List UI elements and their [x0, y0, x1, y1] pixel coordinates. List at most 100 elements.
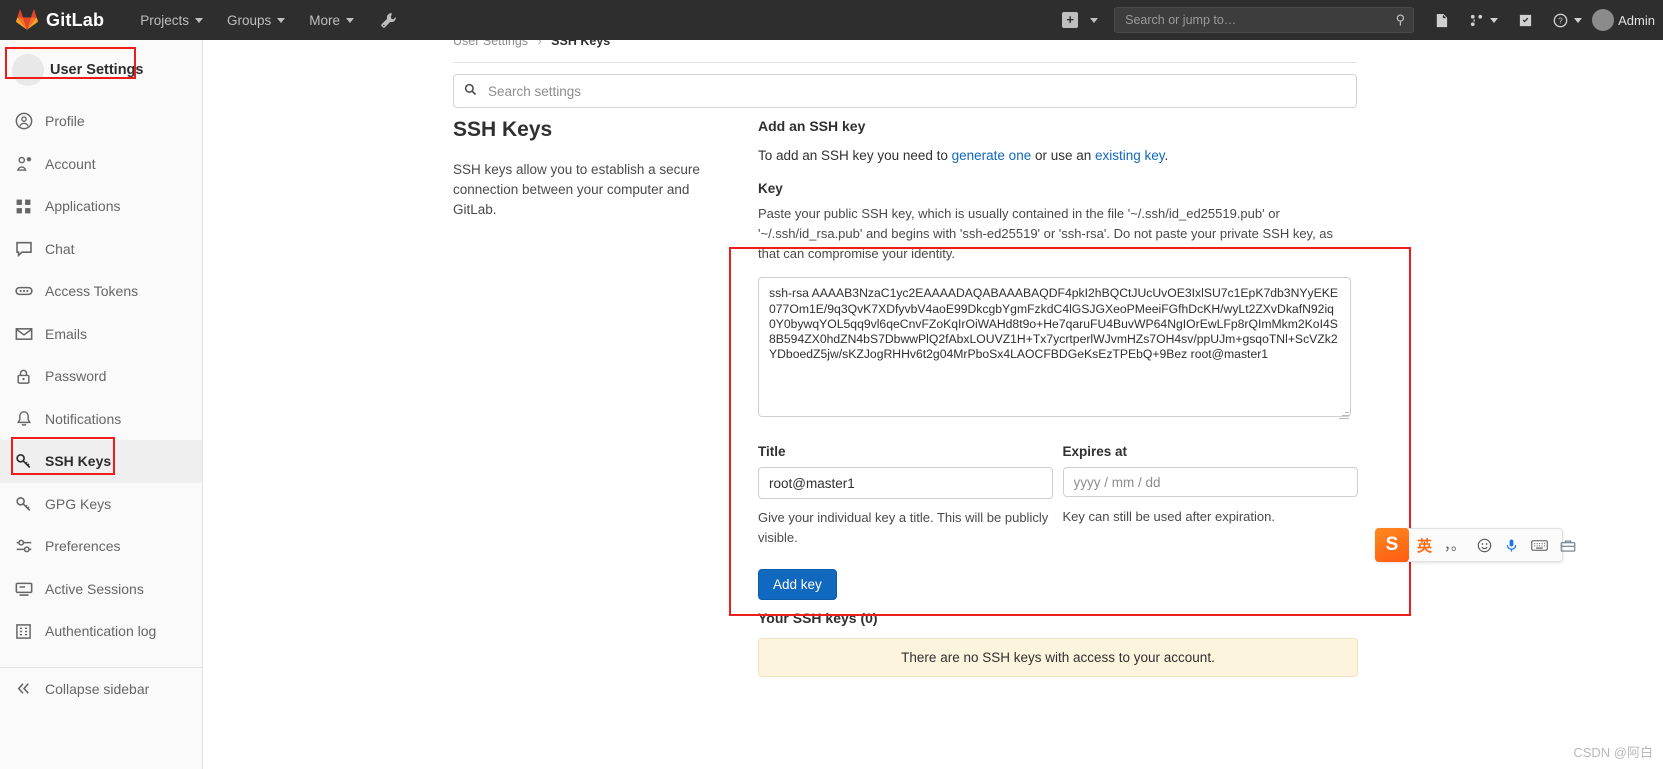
sidebar-item-gpg-keys[interactable]: GPG Keys — [0, 483, 202, 526]
avatar — [1592, 9, 1615, 31]
search-icon — [464, 83, 477, 99]
nav-item-groups[interactable]: Groups — [215, 0, 297, 40]
sidebar-item-chat[interactable]: Chat — [0, 228, 202, 271]
merge-requests-icon[interactable] — [1459, 0, 1508, 40]
sidebar-item-profile[interactable]: Profile — [0, 100, 202, 143]
nav-item-more[interactable]: More — [297, 0, 366, 40]
sidebar-item-emails[interactable]: Emails — [0, 313, 202, 356]
key-textarea[interactable] — [758, 277, 1351, 418]
applications-grid-icon — [14, 197, 33, 216]
settings-search-input[interactable] — [486, 82, 1346, 100]
sidebar-item-access-tokens[interactable]: Access Tokens — [0, 270, 202, 313]
sidebar-item-label: Profile — [45, 113, 85, 130]
form-intro-suffix: . — [1164, 148, 1169, 163]
double-chevron-left-icon — [14, 679, 33, 698]
sidebar-item-authentication-log[interactable]: Authentication log — [0, 610, 202, 653]
key-icon — [14, 452, 33, 471]
chevron-down-icon — [277, 17, 286, 23]
smiley-icon[interactable] — [1477, 538, 1492, 553]
form-intro: To add an SSH key you need to generate o… — [758, 148, 1358, 163]
main-content: User Settings › SSH Keys SSH Keys SSH ke… — [203, 40, 1663, 769]
lock-icon — [14, 367, 33, 386]
existing-key-link[interactable]: existing key — [1095, 148, 1165, 163]
bell-icon — [14, 409, 33, 428]
sidebar-item-label: Active Sessions — [45, 580, 144, 597]
global-search-box[interactable]: ⚲ — [1114, 7, 1415, 33]
token-pill-icon — [14, 282, 33, 301]
search-icon: ⚲ — [1395, 12, 1406, 27]
sidebar-nav-list: Profile Account Applications Chat Access — [0, 100, 202, 653]
microphone-icon[interactable] — [1504, 538, 1519, 553]
add-key-button[interactable]: Add key — [758, 569, 837, 601]
chat-bubble-icon — [14, 239, 33, 258]
your-ssh-keys-section: Your SSH keys (0) There are no SSH keys … — [758, 610, 1358, 677]
sliders-icon — [14, 537, 33, 556]
sidebar-item-label: Account — [45, 155, 96, 172]
title-input[interactable] — [758, 467, 1053, 500]
collapse-sidebar-label: Collapse sidebar — [45, 680, 150, 697]
sidebar-item-applications[interactable]: Applications — [0, 185, 202, 228]
monitor-icon — [14, 579, 33, 598]
sidebar-item-account[interactable]: Account — [0, 143, 202, 186]
input-method-toolbar[interactable]: S 英 ，。 — [1375, 528, 1576, 562]
settings-search-box[interactable] — [453, 74, 1357, 108]
chevron-down-icon — [194, 17, 203, 23]
breadcrumb-divider — [453, 62, 1357, 63]
user-menu-button[interactable]: Admin — [1592, 9, 1663, 31]
generate-one-link[interactable]: generate one — [952, 148, 1032, 163]
sidebar-item-label: GPG Keys — [45, 495, 112, 512]
navbar-right-group: + ⚲ ? Admin — [1056, 0, 1663, 40]
sidebar-item-notifications[interactable]: Notifications — [0, 398, 202, 441]
sidebar-item-password[interactable]: Password — [0, 355, 202, 398]
gitlab-home-link[interactable]: GitLab — [0, 9, 128, 31]
sidebar-item-ssh-keys[interactable]: SSH Keys — [0, 440, 202, 483]
user-circle-icon — [14, 112, 33, 131]
user-settings-sidebar: User Settings Profile Account Applicatio… — [0, 40, 203, 769]
breadcrumb-separator: › — [537, 40, 542, 48]
expires-field-group: Expires at Key can still be used after e… — [1062, 444, 1358, 547]
nav-item-projects-label: Projects — [140, 12, 189, 28]
chevron-down-icon — [346, 17, 355, 23]
envelope-icon — [14, 324, 33, 343]
sidebar-item-label: Authentication log — [45, 623, 157, 640]
breadcrumb: User Settings › SSH Keys — [203, 40, 610, 48]
keyboard-icon[interactable] — [1531, 538, 1548, 553]
breadcrumb-root[interactable]: User Settings — [453, 40, 528, 48]
page-description: SSH keys allow you to establish a secure… — [453, 162, 700, 217]
global-search-input[interactable] — [1123, 12, 1406, 28]
nav-item-groups-label: Groups — [226, 12, 272, 28]
expires-input[interactable] — [1062, 467, 1358, 498]
sidebar-item-preferences[interactable]: Preferences — [0, 525, 202, 568]
create-new-button[interactable]: + — [1056, 0, 1104, 40]
admin-area-button[interactable] — [366, 0, 411, 40]
ime-language-mode[interactable]: 英 — [1417, 535, 1432, 556]
account-gear-icon — [14, 154, 33, 173]
sidebar-item-label: Notifications — [45, 410, 122, 427]
user-menu-label: Admin — [1618, 12, 1655, 28]
sogou-logo-icon[interactable]: S — [1375, 528, 1409, 562]
expires-field-label: Expires at — [1062, 444, 1128, 460]
sidebar-item-label: Access Tokens — [45, 283, 139, 300]
no-keys-alert: There are no SSH keys with access to you… — [758, 638, 1358, 677]
issues-icon[interactable] — [1424, 0, 1459, 40]
todos-icon[interactable] — [1508, 0, 1543, 40]
sidebar-header[interactable]: User Settings — [0, 46, 202, 94]
navbar-left-group: GitLab Projects Groups More — [0, 0, 411, 40]
sidebar-item-label: Password — [45, 368, 107, 385]
ime-punctuation-toggle[interactable]: ，。 — [1444, 535, 1465, 555]
nav-item-projects[interactable]: Projects — [128, 0, 215, 40]
sidebar-item-active-sessions[interactable]: Active Sessions — [0, 568, 202, 611]
title-field-hint: Give your individual key a title. This w… — [758, 510, 1049, 545]
nav-item-more-label: More — [309, 12, 341, 28]
chevron-down-icon — [1490, 17, 1499, 23]
gitlab-brand-text: GitLab — [46, 9, 105, 30]
avatar — [12, 54, 44, 86]
title-field-label: Title — [758, 444, 786, 460]
gitlab-logo-icon — [16, 9, 38, 30]
page-title: SSH Keys — [453, 118, 553, 141]
key-field-label: Key — [758, 181, 783, 196]
toolbox-icon[interactable] — [1560, 538, 1576, 553]
collapse-sidebar-button[interactable]: Collapse sidebar — [0, 668, 202, 710]
help-icon[interactable]: ? — [1543, 0, 1592, 40]
wrench-icon — [381, 12, 396, 28]
